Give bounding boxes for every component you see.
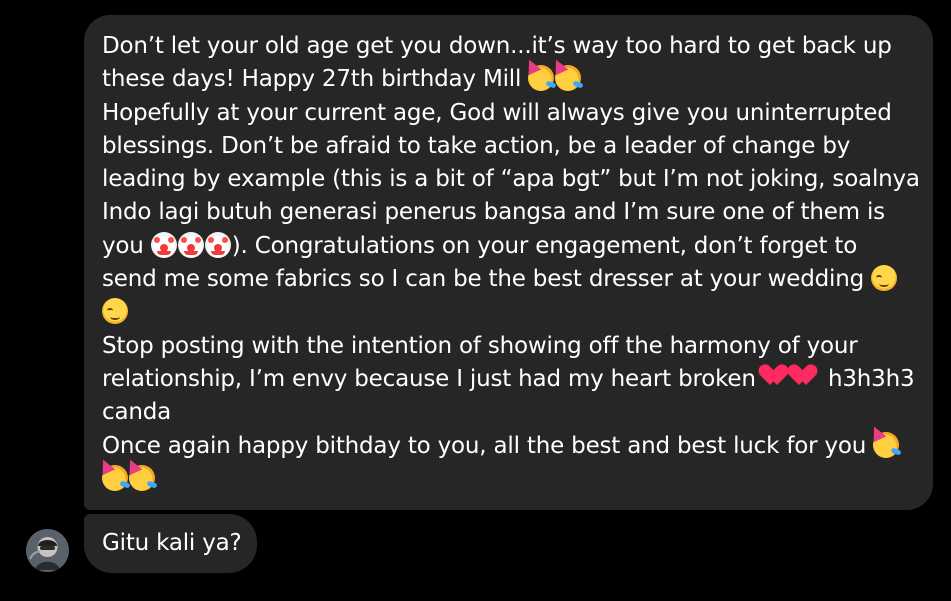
message-line: Don’t let your old age get you down...it… (102, 30, 915, 63)
message-line: canda (102, 396, 915, 429)
message-line (102, 463, 915, 496)
message-text-run: canda (102, 399, 172, 426)
message-line: Once again happy bithday to you, all the… (102, 430, 915, 463)
message-bubble-reply[interactable]: Gitu kali ya? (84, 514, 257, 573)
relieved-face-icon (871, 265, 898, 292)
message-line: Stop posting with the intention of showi… (102, 330, 915, 363)
message-text-run: send me some fabrics so I can be the bes… (102, 266, 872, 293)
partying-face-icon (129, 464, 155, 491)
message-text-run: Once again happy bithday to you, all the… (102, 432, 874, 459)
partying-face-icon (102, 464, 128, 491)
message-line: send me some fabrics so I can be the bes… (102, 263, 915, 296)
relieved-face-icon (102, 298, 128, 325)
message-text-run: Stop posting with the intention of showi… (102, 332, 858, 359)
message-text-run: Don’t let your old age get you down...it… (102, 33, 892, 59)
avatar[interactable] (26, 529, 69, 572)
message-bubble-birthday[interactable]: Don’t let your old age get you down...it… (84, 15, 933, 510)
message-line: leading by example (this is a bit of “ap… (102, 163, 920, 196)
message-line: Hopefully at your current age, God will … (102, 97, 915, 130)
partying-face-icon (873, 431, 900, 458)
message-line: you ). Congratulations on your engagemen… (102, 230, 915, 263)
message-text-run: blessings. Don’t be afraid to take actio… (102, 132, 851, 159)
message-line: these days! Happy 27th birthday Mill (102, 63, 915, 96)
broken-heart-icon (792, 364, 820, 390)
message-text-run: Hopefully at your current age, God will … (102, 99, 892, 126)
message-text-run: these days! Happy 27th birthday Mill (102, 66, 529, 93)
partying-face-icon (528, 65, 555, 92)
dm-thread: Don’t let your old age get you down...it… (0, 0, 951, 601)
clown-face-icon (150, 231, 177, 258)
message-line: relationship, I’m envy because I just ha… (102, 363, 915, 396)
message-text: Don’t let your old age get you down...it… (102, 30, 920, 496)
message-text-run: you (102, 232, 151, 259)
message-line (102, 296, 915, 329)
message-text-run: leading by example (this is a bit of “ap… (102, 166, 920, 193)
clown-face-icon (204, 231, 231, 258)
clown-face-icon (177, 231, 204, 258)
message-text-run: ). Congratulations on your engagement, d… (231, 232, 858, 259)
message-line: Indo lagi butuh generasi penerus bangsa … (102, 196, 915, 229)
message-line: blessings. Don’t be afraid to take actio… (102, 130, 915, 163)
profile-photo-icon (26, 529, 69, 572)
message-text: Gitu kali ya? (102, 530, 242, 556)
message-text-run: h3h3h3 (820, 365, 915, 392)
message-text-run: Indo lagi butuh generasi penerus bangsa … (102, 199, 885, 226)
partying-face-icon (555, 65, 582, 92)
message-text-run: relationship, I’m envy because I just ha… (102, 365, 763, 392)
